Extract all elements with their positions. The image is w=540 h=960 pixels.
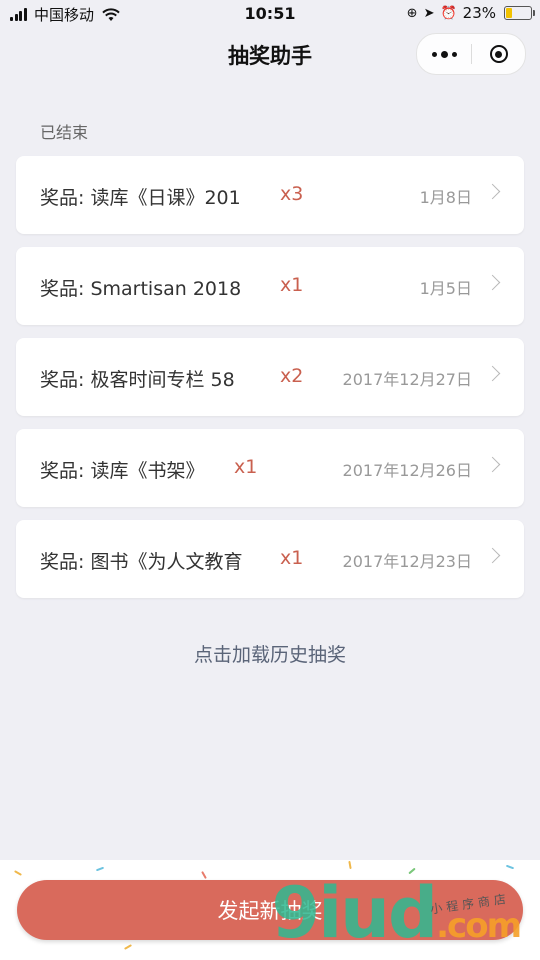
prize-name: 奖品: 极客时间专栏 58 [40, 369, 235, 391]
watermark-logo: 9iud.com [271, 878, 522, 948]
chevron-right-icon [484, 456, 501, 473]
chevron-right-icon [484, 365, 501, 382]
prize-quantity: x1 [234, 456, 258, 478]
lottery-card[interactable]: 奖品: 极客时间专栏 58 x2 2017年12月27日 [16, 338, 524, 416]
lock-rotation-icon: ⊕ [406, 5, 418, 21]
lottery-date: 2017年12月27日 [342, 370, 472, 389]
status-bar: 中国移动 10:51 ⊕ ➤ ⏰ 23% [0, 0, 540, 28]
prize-quantity: x1 [280, 547, 304, 569]
more-button[interactable] [417, 50, 471, 58]
chevron-right-icon [484, 547, 501, 564]
watermark-main: 9iud [271, 872, 438, 954]
prize-name: 奖品: 图书《为人文教育 [40, 551, 243, 573]
prize-name: 奖品: 读库《书架》 [40, 460, 205, 482]
status-right: ⊕ ➤ ⏰ 23% [406, 4, 535, 22]
prize-name: 奖品: Smartisan 2018 [40, 278, 242, 300]
chevron-right-icon [484, 183, 501, 200]
lottery-date: 1月8日 [419, 188, 472, 207]
prize-quantity: x3 [280, 183, 304, 205]
lottery-card[interactable]: 奖品: 图书《为人文教育 x1 2017年12月23日 [16, 520, 524, 598]
prize-name: 奖品: 读库《日课》201 [40, 187, 241, 209]
battery-percent: 23% [462, 4, 496, 22]
lottery-card[interactable]: 奖品: 读库《书架》 x1 2017年12月26日 [16, 429, 524, 507]
chevron-right-icon [484, 274, 501, 291]
battery-icon [504, 6, 535, 20]
lottery-list: 奖品: 读库《日课》201 x3 1月8日 奖品: Smartisan 2018… [16, 156, 524, 611]
lottery-date: 2017年12月26日 [342, 461, 472, 480]
alarm-icon: ⏰ [440, 5, 457, 21]
lottery-date: 2017年12月23日 [342, 552, 472, 571]
mini-program-capsule [416, 33, 526, 75]
lottery-card[interactable]: 奖品: 读库《日课》201 x3 1月8日 [16, 156, 524, 234]
section-title-ended: 已结束 [40, 123, 89, 142]
lottery-card[interactable]: 奖品: Smartisan 2018 x1 1月5日 [16, 247, 524, 325]
prize-quantity: x1 [280, 274, 304, 296]
battery-fill [506, 8, 512, 18]
lottery-date: 1月5日 [419, 279, 472, 298]
close-button[interactable] [472, 45, 525, 63]
close-circle-icon [489, 45, 508, 63]
nav-bar: 抽奖助手 [0, 28, 540, 80]
load-history-link[interactable]: 点击加载历史抽奖 [0, 640, 540, 667]
location-arrow-icon: ➤ [423, 5, 435, 21]
prize-quantity: x2 [280, 365, 304, 387]
